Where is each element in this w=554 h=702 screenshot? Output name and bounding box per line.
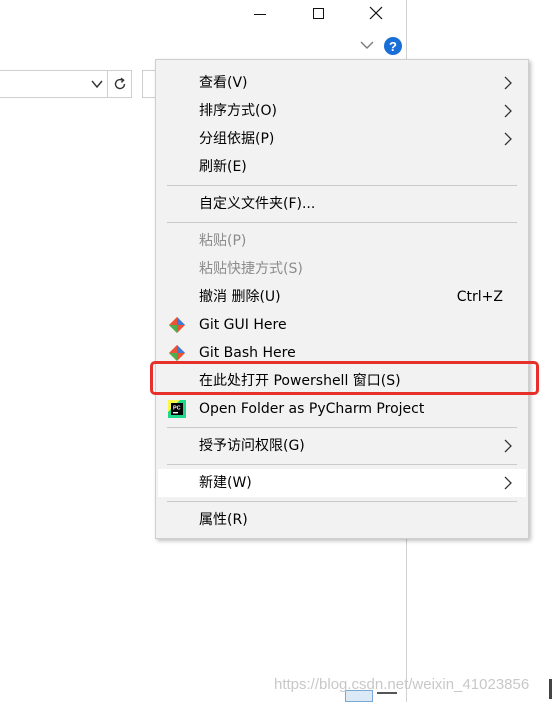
chevron-right-icon — [504, 439, 512, 453]
chevron-right-icon — [504, 476, 512, 490]
refresh-button[interactable] — [108, 70, 132, 98]
resize-handle[interactable] — [549, 679, 552, 699]
menu-item-label: 粘贴(P) — [199, 233, 247, 249]
highlight-box — [150, 361, 539, 395]
chevron-down-icon[interactable] — [358, 38, 376, 52]
menu-item-label: 撤消 删除(U) — [199, 289, 281, 305]
menu-item-label: 排序方式(O) — [199, 103, 277, 119]
menu-item-new[interactable]: 新建(W) — [158, 469, 526, 497]
menu-item-view[interactable]: 查看(V) — [158, 69, 526, 97]
git-icon — [169, 317, 185, 333]
close-button[interactable] — [348, 0, 404, 26]
svg-text:PC: PC — [173, 406, 181, 412]
menu-item-label: Git Bash Here — [199, 345, 296, 361]
menu-item-label: 授予访问权限(G) — [199, 438, 305, 454]
close-icon — [369, 6, 383, 20]
menu-separator — [167, 501, 517, 502]
context-menu: 查看(V) 排序方式(O) 分组依据(P) 刷新(E) 自定义文件夹(F)...… — [155, 59, 529, 539]
minimize-button[interactable] — [232, 0, 288, 26]
menu-separator — [167, 222, 517, 223]
menu-item-label: Open Folder as PyCharm Project — [199, 401, 425, 417]
menu-item-customize-folder[interactable]: 自定义文件夹(F)... — [158, 190, 526, 218]
menu-item-label: 粘贴快捷方式(S) — [199, 261, 303, 277]
maximize-icon — [312, 7, 324, 19]
chevron-right-icon — [504, 132, 512, 146]
chevron-right-icon — [504, 104, 512, 118]
menu-item-sort[interactable]: 排序方式(O) — [158, 97, 526, 125]
menu-item-label: 查看(V) — [199, 75, 248, 91]
menu-item-git-gui[interactable]: Git GUI Here — [158, 311, 526, 339]
menu-separator — [167, 464, 517, 465]
chevron-right-icon — [504, 76, 512, 90]
menu-item-open-pycharm[interactable]: PC Open Folder as PyCharm Project — [158, 395, 526, 423]
menu-item-undo-delete[interactable]: 撤消 删除(U) Ctrl+Z — [158, 283, 526, 311]
menu-item-label: Git GUI Here — [199, 317, 287, 333]
menu-item-label: 自定义文件夹(F)... — [199, 196, 316, 212]
large-icons-view-button[interactable] — [377, 692, 397, 702]
menu-item-label: 属性(R) — [199, 512, 248, 528]
refresh-icon — [114, 77, 125, 90]
menu-item-label: 分组依据(P) — [199, 131, 275, 147]
pycharm-icon: PC — [168, 400, 186, 418]
git-icon — [169, 345, 185, 361]
menu-item-properties[interactable]: 属性(R) — [158, 506, 526, 534]
chevron-down-icon[interactable] — [90, 77, 104, 91]
maximize-button[interactable] — [290, 0, 346, 26]
menu-separator — [167, 427, 517, 428]
menu-item-grant-access[interactable]: 授予访问权限(G) — [158, 432, 526, 460]
help-icon[interactable]: ? — [384, 37, 402, 55]
menu-item-shortcut: Ctrl+Z — [456, 289, 503, 305]
menu-item-paste-shortcut: 粘贴快捷方式(S) — [158, 255, 526, 283]
watermark: https://blog.csdn.net/weixin_41023856 — [274, 676, 530, 693]
menu-separator — [167, 185, 517, 186]
menu-item-label: 刷新(E) — [199, 159, 247, 175]
minimize-icon — [254, 13, 266, 15]
menu-item-refresh[interactable]: 刷新(E) — [158, 153, 526, 181]
menu-item-group[interactable]: 分组依据(P) — [158, 125, 526, 153]
menu-item-label: 新建(W) — [199, 475, 252, 491]
menu-item-paste: 粘贴(P) — [158, 227, 526, 255]
